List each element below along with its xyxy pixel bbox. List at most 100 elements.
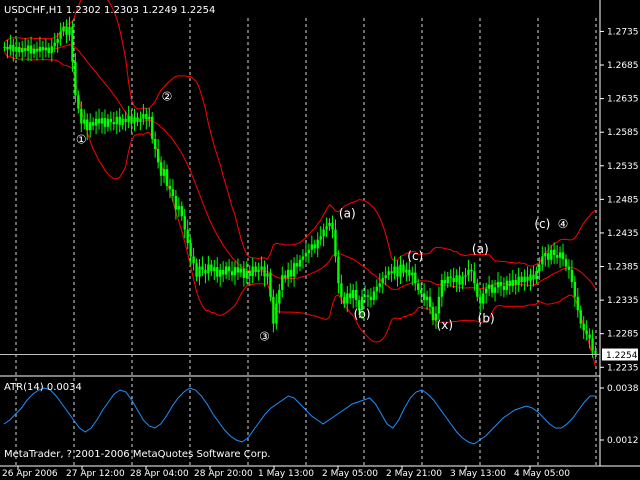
candle-body — [127, 116, 130, 123]
wave-label: ① — [76, 133, 87, 147]
candle-body — [295, 263, 299, 267]
wave-label: (b) — [354, 307, 371, 321]
candle-body — [354, 290, 358, 301]
candle-body — [473, 271, 476, 284]
price-chart[interactable]: ① ② ③ (a) (b) (c) (x) (a) (b) (c) ④ 1.2735 1.2685 1.… — [0, 0, 640, 480]
candle-body — [62, 26, 65, 32]
candle-body — [331, 222, 334, 230]
candle-body — [555, 255, 559, 258]
candle-body — [579, 310, 582, 324]
candle-body — [103, 118, 107, 127]
candle-body — [363, 295, 367, 297]
candle-body — [251, 266, 254, 276]
candle-body — [124, 118, 127, 123]
candle-body — [216, 267, 219, 277]
candle-body — [325, 226, 328, 230]
candle-body — [567, 266, 571, 270]
candle-body — [207, 264, 210, 274]
time-tick-label: 2 May 05:00 — [322, 469, 378, 479]
candle-body — [26, 45, 30, 51]
candle-body — [425, 296, 429, 301]
candle-body — [484, 288, 488, 294]
candle-body — [198, 266, 201, 277]
candle-body — [183, 216, 186, 230]
candle-body — [32, 48, 36, 54]
candle-body — [204, 269, 207, 274]
candle-body — [322, 229, 325, 237]
candle-body — [496, 281, 500, 288]
candle-body — [100, 118, 104, 124]
candle-body — [366, 295, 370, 297]
candle-body — [239, 268, 243, 273]
candle-body — [419, 290, 423, 294]
candle-body — [133, 117, 136, 124]
candle-body — [502, 286, 506, 291]
candle-body — [452, 277, 455, 282]
candle-body — [535, 271, 538, 280]
candle-body — [77, 95, 80, 109]
candle-body — [227, 266, 231, 272]
price-tick-label: 1.2235 — [607, 363, 639, 373]
candle-body — [189, 243, 192, 257]
price-tick-label: 1.2535 — [607, 162, 639, 172]
candle-body — [340, 283, 343, 297]
candle-body — [18, 46, 21, 53]
candle-body — [80, 108, 83, 124]
price-tick-label: 1.2685 — [607, 61, 639, 71]
price-tick-label: 1.2735 — [607, 27, 639, 37]
candle-body — [449, 276, 452, 278]
candle-body — [476, 283, 479, 297]
candle-body — [88, 122, 92, 131]
candle-body — [230, 271, 234, 276]
candle-body — [266, 273, 269, 277]
candle-body — [174, 196, 178, 210]
candle-body — [6, 46, 9, 50]
candle-body — [94, 118, 98, 126]
candle-body — [195, 263, 198, 277]
candle-body — [487, 284, 491, 289]
candle-body — [538, 264, 541, 272]
time-tick-label: 28 Apr 04:00 — [130, 469, 189, 479]
candle-body — [41, 46, 45, 51]
atr-tick-label: 0.0012 — [607, 436, 639, 446]
candle-body — [399, 264, 402, 277]
candle-body — [177, 206, 181, 210]
candle-body — [219, 269, 222, 277]
wave-label: (x) — [437, 318, 453, 332]
candle-body — [464, 275, 467, 277]
candle-body — [505, 280, 509, 291]
price-tick-label: 1.2435 — [607, 229, 639, 239]
candle-body — [74, 61, 77, 96]
candle-body — [115, 116, 118, 125]
candle-body — [50, 46, 53, 53]
candle-body — [479, 296, 482, 304]
candle-body — [221, 269, 225, 275]
candle-body — [210, 264, 213, 272]
time-tick-label: 1 May 13:00 — [258, 469, 314, 479]
candle-body — [372, 291, 376, 301]
price-tick-label: 1.2585 — [607, 128, 639, 138]
candle-body — [561, 252, 565, 260]
candle-body — [233, 267, 237, 276]
candle-body — [573, 281, 577, 297]
candle-body — [171, 189, 175, 196]
candle-body — [428, 296, 432, 307]
candle-body — [313, 244, 316, 249]
candle-body — [334, 229, 337, 257]
candle-body — [549, 249, 553, 260]
candle-body — [520, 276, 523, 282]
candle-body — [180, 206, 183, 217]
wave-label: ④ — [558, 217, 569, 231]
candle-body — [393, 266, 396, 274]
candle-body — [213, 267, 216, 272]
candle-body — [384, 275, 387, 278]
candle-body — [162, 169, 166, 176]
candle-body — [499, 281, 503, 287]
candle-body — [21, 48, 24, 53]
candle-body — [159, 162, 163, 176]
candle-body — [541, 256, 544, 265]
atr-label: ATR(14) 0.0034 — [4, 382, 82, 393]
candle-body — [245, 271, 249, 278]
candle-body — [544, 253, 547, 257]
price-tick-label: 1.2485 — [607, 195, 639, 205]
